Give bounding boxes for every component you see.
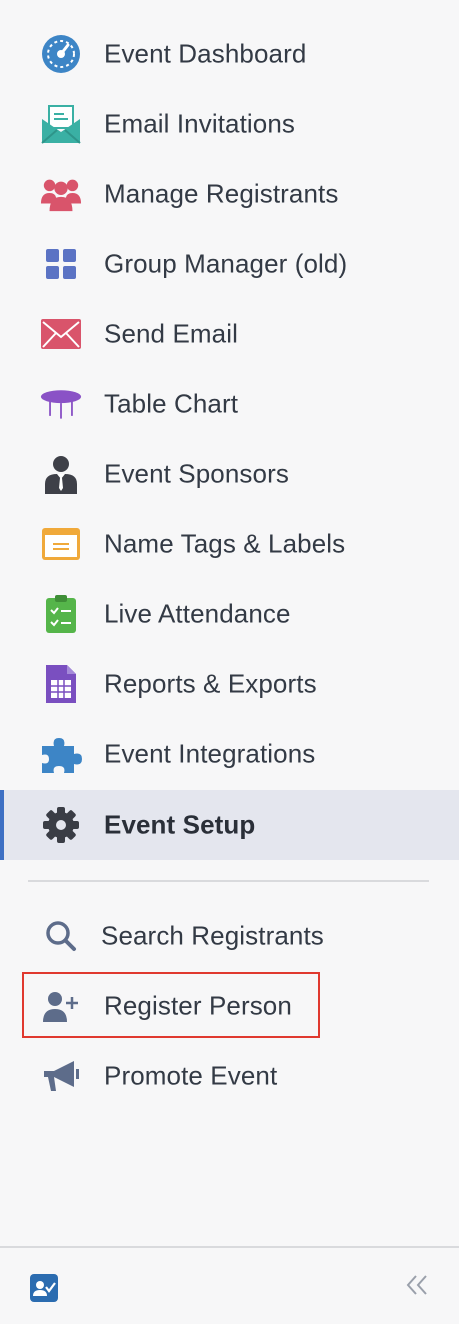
nav-item-event-sponsors[interactable]: Event Sponsors	[0, 439, 459, 509]
nav-item-promote-event[interactable]: Promote Event	[0, 1041, 459, 1111]
nav-item-label: Email Invitations	[104, 108, 295, 139]
nav-item-label: Live Attendance	[104, 598, 291, 629]
nav-item-event-setup[interactable]: Event Setup	[0, 790, 459, 860]
nav-item-label: Register Person	[104, 990, 292, 1021]
nav-item-reports-exports[interactable]: Reports & Exports	[0, 649, 459, 719]
double-chevron-left-icon[interactable]	[402, 1270, 432, 1300]
grid-icon	[40, 243, 82, 285]
nav-item-label: Manage Registrants	[104, 178, 339, 209]
nav-item-manage-registrants[interactable]: Manage Registrants	[0, 159, 459, 229]
nav-item-group-manager[interactable]: Group Manager (old)	[0, 229, 459, 299]
table-icon	[40, 383, 82, 425]
nav-item-label: Event Integrations	[104, 738, 316, 769]
nav-item-label: Event Setup	[104, 809, 256, 840]
nav-item-label: Event Sponsors	[104, 458, 289, 489]
nav-item-name-tags[interactable]: Name Tags & Labels	[0, 509, 459, 579]
nav-item-event-dashboard[interactable]: Event Dashboard	[0, 19, 459, 89]
spreadsheet-icon	[40, 663, 82, 705]
gear-icon	[40, 804, 82, 846]
nav-item-register-person[interactable]: Register Person	[0, 971, 459, 1041]
people-group-icon	[40, 173, 82, 215]
megaphone-icon	[40, 1055, 82, 1097]
nav-item-search-registrants[interactable]: Search Registrants	[0, 901, 459, 971]
nav-item-label: Table Chart	[104, 388, 239, 419]
nav-item-table-chart[interactable]: Table Chart	[0, 369, 459, 439]
businessman-icon	[40, 453, 82, 495]
nav-item-event-integrations[interactable]: Event Integrations	[0, 719, 459, 789]
nav-item-label: Event Dashboard	[104, 38, 307, 69]
nav-item-label: Promote Event	[104, 1060, 278, 1091]
nav-item-label: Reports & Exports	[104, 668, 317, 699]
sidebar-footer	[0, 1246, 459, 1324]
nav-item-label: Name Tags & Labels	[104, 528, 346, 559]
name-tag-icon	[40, 523, 82, 565]
search-icon	[40, 915, 82, 957]
puzzle-piece-icon	[40, 733, 82, 775]
dashboard-gauge-icon	[40, 33, 82, 75]
nav-item-live-attendance[interactable]: Live Attendance	[0, 579, 459, 649]
envelope-icon	[40, 313, 82, 355]
nav-divider	[28, 880, 429, 882]
envelope-open-icon	[40, 103, 82, 145]
add-user-icon	[40, 985, 82, 1027]
nav-item-label: Send Email	[104, 318, 238, 349]
registration-check-icon[interactable]	[30, 1274, 58, 1302]
nav-item-send-email[interactable]: Send Email	[0, 299, 459, 369]
nav-item-label: Search Registrants	[101, 920, 324, 951]
clipboard-check-icon	[40, 593, 82, 635]
nav-item-label: Group Manager (old)	[104, 248, 348, 279]
nav-item-email-invitations[interactable]: Email Invitations	[0, 89, 459, 159]
